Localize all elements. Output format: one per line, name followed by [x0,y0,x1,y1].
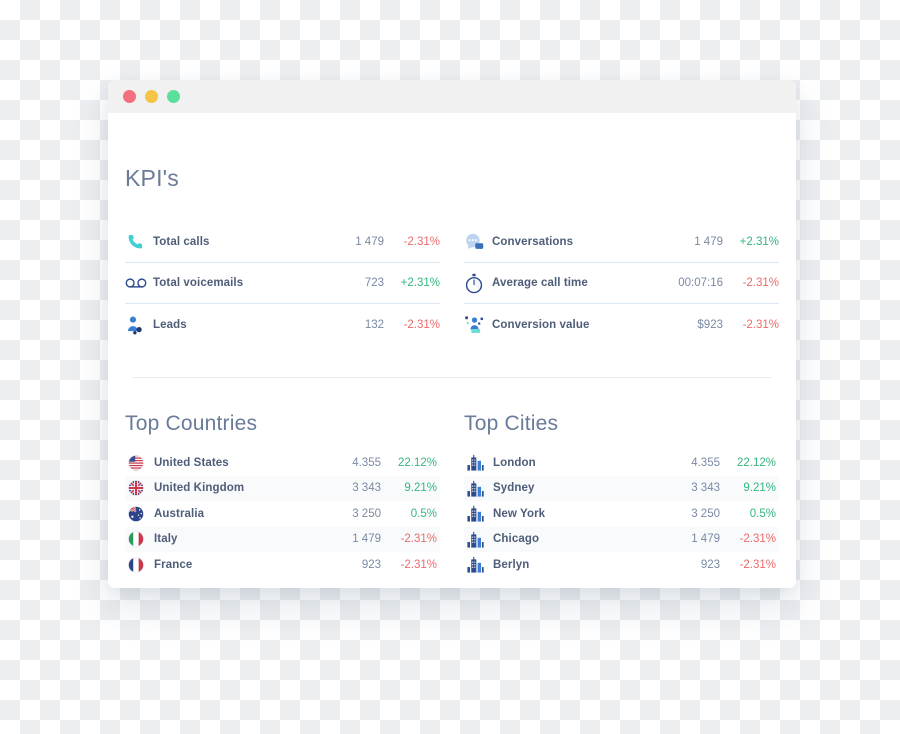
list-value: 4.355 [352,456,381,469]
list-label: London [493,456,536,469]
kpi-row-total-calls[interactable]: Total calls 1 479 -2.31% [125,222,440,263]
kpi-value: 1 479 [694,236,723,248]
city-icon [467,505,493,522]
flag-it-icon [128,531,154,548]
kpi-delta: -2.31% [742,277,779,289]
kpi-delta: -2.31% [742,318,779,331]
list-label: Sydney [493,482,535,495]
city-icon [467,556,493,573]
list-item[interactable]: London 4.355 22.12% [464,450,779,476]
dashboard-content: KPI's Total calls 1 479 -2.31% Total voi… [108,113,796,588]
kpi-value: 1 479 [355,236,384,248]
kpi-delta: -2.31% [403,236,440,248]
close-button[interactable] [123,90,136,103]
list-item[interactable]: Australia 3 250 0.5% [125,501,440,527]
list-item[interactable]: Berlyn 923 -2.31% [464,552,779,578]
section-divider [132,377,772,378]
list-value: 3 343 [691,482,720,495]
kpi-delta: +2.31% [739,236,779,248]
kpi-label: Conversion value [492,318,590,331]
window-titlebar [108,80,796,113]
conversion-icon [464,314,492,336]
list-delta: 22.12% [736,456,776,469]
list-delta: -2.31% [739,558,776,571]
flag-gb-icon [128,480,154,497]
flag-au-icon [128,505,154,522]
city-icon [467,531,493,548]
kpi-column-left: Total calls 1 479 -2.31% Total voicemail… [125,222,440,345]
list-delta: 0.5% [410,507,437,520]
list-value: 923 [700,558,720,571]
city-icon [467,480,493,497]
kpi-value: 723 [364,277,384,289]
list-delta: 9.21% [404,482,437,495]
flag-fr-icon [128,556,154,573]
list-item[interactable]: Chicago 1 479 -2.31% [464,526,779,552]
chat-bubble-icon [464,231,492,253]
kpi-grid: Total calls 1 479 -2.31% Total voicemail… [125,222,779,345]
kpi-delta: -2.31% [403,318,440,331]
list-label: Australia [154,507,205,520]
kpi-label: Total calls [153,236,210,248]
voicemail-icon [125,272,153,294]
list-label: Italy [154,533,178,546]
list-item[interactable]: United States 4.355 22.12% [125,450,440,476]
top-countries-panel: Top Countries United States 4.355 22.12%… [125,412,440,578]
kpi-row-average-call-time[interactable]: Average call time 00:07:16 -2.31% [464,263,779,304]
list-value: 3 343 [352,482,381,495]
list-delta: 22.12% [397,456,437,469]
top-cities-title: Top Cities [464,412,559,435]
list-item[interactable]: New York 3 250 0.5% [464,501,779,527]
list-value: 3 250 [352,507,381,520]
kpi-row-leads[interactable]: Leads 132 -2.31% [125,304,440,345]
list-item[interactable]: France 923 -2.31% [125,552,440,578]
maximize-button[interactable] [167,90,180,103]
list-label: France [154,558,193,571]
list-label: United States [154,456,229,469]
kpi-value: $923 [697,318,723,331]
list-label: United Kingdom [154,482,245,495]
top-cities-panel: Top Cities London 4.355 22.12% Sydney 3 … [464,412,779,578]
kpi-value: 132 [364,318,384,331]
leads-icon [125,314,153,336]
city-icon [467,454,493,471]
lists-grid: Top Countries United States 4.355 22.12%… [125,412,779,578]
kpi-delta: +2.31% [400,277,440,289]
page-title: KPI's [125,165,179,191]
kpi-label: Average call time [492,277,588,289]
phone-icon [125,231,153,253]
kpi-row-conversion-value[interactable]: Conversion value $923 -2.31% [464,304,779,345]
kpi-label: Leads [153,318,187,331]
list-item[interactable]: Sydney 3 343 9.21% [464,475,779,501]
list-delta: 0.5% [749,507,776,520]
list-label: New York [493,507,546,520]
list-value: 1 479 [352,533,381,546]
list-value: 923 [361,558,381,571]
flag-us-icon [128,454,154,471]
kpi-label: Total voicemails [153,277,244,289]
list-item[interactable]: United Kingdom 3 343 9.21% [125,475,440,501]
list-item[interactable]: Italy 1 479 -2.31% [125,526,440,552]
stopwatch-icon [464,272,492,294]
kpi-row-conversations[interactable]: Conversations 1 479 +2.31% [464,222,779,263]
list-label: Berlyn [493,558,530,571]
kpi-column-right: Conversations 1 479 +2.31% Average call … [464,222,779,345]
minimize-button[interactable] [145,90,158,103]
list-value: 3 250 [691,507,720,520]
list-value: 4.355 [691,456,720,469]
kpi-row-total-voicemails[interactable]: Total voicemails 723 +2.31% [125,263,440,304]
list-label: Chicago [493,533,540,546]
kpi-value: 00:07:16 [678,277,723,289]
top-countries-title: Top Countries [125,412,258,435]
kpi-label: Conversations [492,236,574,248]
list-delta: -2.31% [739,533,776,546]
list-delta: -2.31% [400,533,437,546]
list-delta: 9.21% [743,482,776,495]
list-delta: -2.31% [400,558,437,571]
list-value: 1 479 [691,533,720,546]
browser-window: KPI's Total calls 1 479 -2.31% Total voi… [108,80,796,588]
